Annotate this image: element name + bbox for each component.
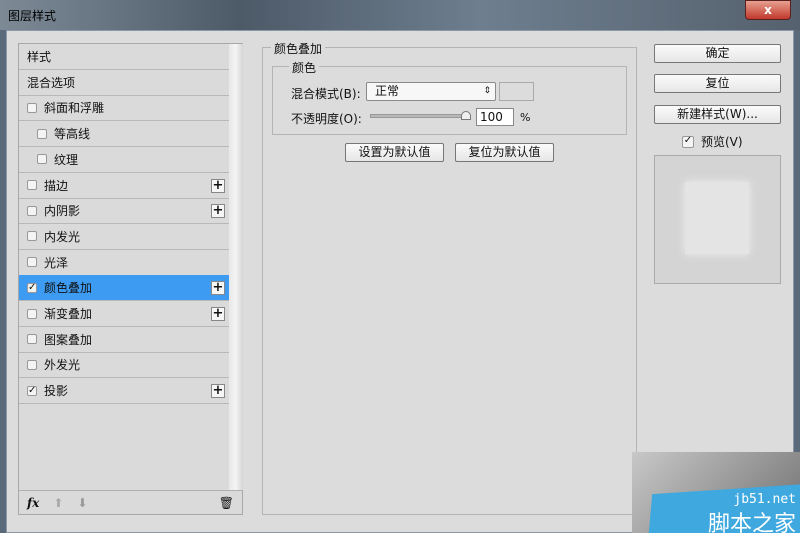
checkbox-checked-icon[interactable]: ✓ xyxy=(27,385,37,396)
checkbox-icon[interactable] xyxy=(27,359,37,370)
watermark-text: 脚本之家 xyxy=(707,512,796,533)
arrow-up-icon[interactable]: ⬆ xyxy=(53,496,63,510)
checkbox-icon[interactable] xyxy=(37,154,47,165)
sidebar-item-label: 内发光 xyxy=(44,229,81,244)
blend-mode-label: 混合模式(B): xyxy=(291,87,361,101)
sidebar-item-label: 投影 xyxy=(44,384,69,399)
list-toolbar: fx ⬆ ⬇ 🗑 xyxy=(19,490,242,515)
arrow-down-icon[interactable]: ⬇ xyxy=(77,496,87,510)
set-default-button[interactable]: 设置为默认值 xyxy=(345,143,444,162)
sidebar-item[interactable]: 混合选项 xyxy=(19,70,229,96)
opacity-slider-thumb[interactable] xyxy=(461,111,471,120)
plus-icon[interactable]: + xyxy=(211,204,225,219)
preview-thumbnail xyxy=(654,155,781,284)
checkbox-checked-icon[interactable]: ✓ xyxy=(27,282,37,293)
fx-icon[interactable]: fx xyxy=(27,496,39,510)
reset-default-button[interactable]: 复位为默认值 xyxy=(455,143,554,162)
title-bar: 图层样式 x xyxy=(0,0,800,30)
plus-icon[interactable]: + xyxy=(211,281,225,296)
checkbox-checked-icon: ✓ xyxy=(682,134,694,148)
sidebar-item-label: 图案叠加 xyxy=(44,332,93,347)
sidebar-item-label: 描边 xyxy=(44,178,69,193)
updown-icon: ⇕ xyxy=(483,86,491,96)
plus-icon[interactable]: + xyxy=(211,178,225,193)
checkbox-icon[interactable] xyxy=(27,257,37,268)
sidebar-item[interactable]: 外发光 xyxy=(19,352,229,379)
preview-checkbox[interactable]: ✓ 预览(V) xyxy=(682,133,743,150)
close-button[interactable]: x xyxy=(745,0,791,20)
sidebar-item-label: 渐变叠加 xyxy=(44,307,93,321)
new-style-button[interactable]: 新建样式(W)... xyxy=(654,105,781,124)
preview-label: 预览(V) xyxy=(701,135,743,149)
sidebar-item[interactable]: 内阴影 + xyxy=(19,198,229,225)
sidebar-item-label: 颜色叠加 xyxy=(44,281,93,296)
sidebar-item[interactable]: 描边 + xyxy=(19,173,229,199)
reset-button[interactable]: 复位 xyxy=(654,74,781,93)
sidebar-item[interactable]: 图案叠加 xyxy=(19,327,229,353)
subgroup-title: 颜色 xyxy=(289,59,320,76)
opacity-input[interactable]: 100 xyxy=(476,108,514,126)
window-title: 图层样式 xyxy=(8,9,57,23)
sidebar-item-label: 光泽 xyxy=(44,255,69,270)
sidebar-item[interactable]: 内发光 xyxy=(19,224,229,250)
checkbox-icon[interactable] xyxy=(27,102,37,113)
checkbox-icon[interactable] xyxy=(27,308,37,319)
opacity-slider[interactable] xyxy=(370,114,470,118)
sidebar-item-label: 等高线 xyxy=(54,127,91,142)
sidebar-item[interactable]: 样式 xyxy=(19,44,229,70)
sidebar-item-label: 纹理 xyxy=(54,152,79,167)
checkbox-icon[interactable] xyxy=(27,231,37,242)
checkbox-icon[interactable] xyxy=(27,205,37,216)
sidebar-item[interactable]: 光泽 xyxy=(19,250,229,276)
sidebar-item[interactable]: 纹理 xyxy=(19,147,229,173)
checkbox-icon[interactable] xyxy=(37,128,47,139)
scrollbar[interactable] xyxy=(229,44,243,490)
checkbox-icon[interactable] xyxy=(27,334,37,345)
color-swatch[interactable] xyxy=(499,82,534,101)
sidebar-item[interactable]: 渐变叠加 + xyxy=(19,301,229,327)
watermark-url: jb51.net xyxy=(733,492,796,507)
plus-icon[interactable]: + xyxy=(211,307,225,321)
checkbox-icon[interactable] xyxy=(27,180,37,190)
group-title: 颜色叠加 xyxy=(271,40,326,57)
watermark: jb51.net 脚本之家 xyxy=(632,452,800,533)
sidebar-item[interactable]: ✓ 投影 + xyxy=(19,378,229,405)
sidebar-item[interactable]: ✓ 颜色叠加 + xyxy=(19,275,229,302)
sidebar-item[interactable]: 等高线 xyxy=(19,121,229,148)
sidebar-item-label: 混合选项 xyxy=(27,75,76,90)
blend-mode-select[interactable]: 正常 ⇕ xyxy=(366,82,496,101)
opacity-label: 不透明度(O): xyxy=(291,112,362,126)
sidebar-item-label: 外发光 xyxy=(44,358,81,373)
plus-icon[interactable]: + xyxy=(211,384,225,399)
blend-mode-value: 正常 xyxy=(375,84,400,98)
sidebar-item[interactable]: 斜面和浮雕 xyxy=(19,95,229,122)
ok-button[interactable]: 确定 xyxy=(654,44,781,63)
trash-icon[interactable]: 🗑 xyxy=(219,496,234,510)
style-list: 样式混合选项斜面和浮雕等高线纹理描边 + 内阴影 + 内发光光泽 ✓ 颜色叠加 + 渐变叠加 + 图… xyxy=(18,43,243,515)
opacity-unit: % xyxy=(520,111,531,124)
sidebar-item-label: 样式 xyxy=(27,50,52,64)
sidebar-item-label: 斜面和浮雕 xyxy=(44,101,105,116)
sidebar-item-label: 内阴影 xyxy=(44,204,81,219)
